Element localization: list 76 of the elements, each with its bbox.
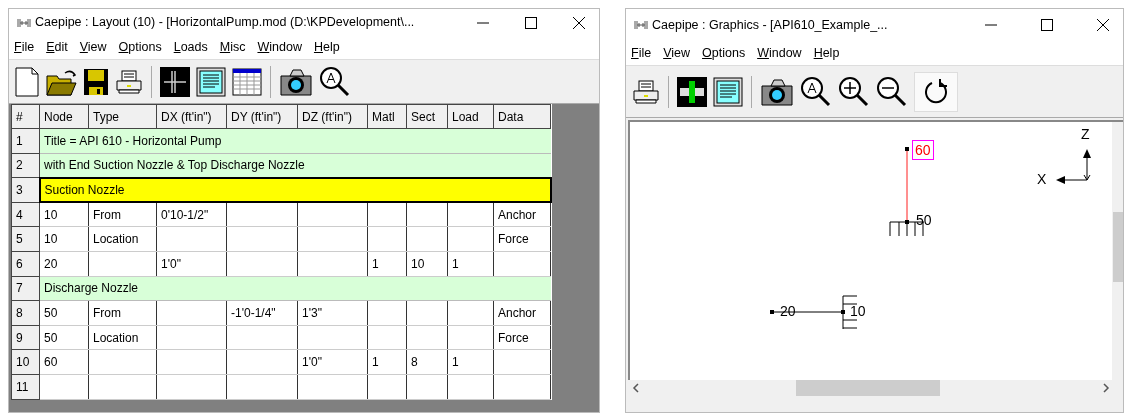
node-point[interactable] (841, 310, 845, 314)
menu-item[interactable]: Window (256, 38, 303, 57)
comment-row[interactable]: Title = API 610 - Horizontal Pump (39, 128, 551, 154)
rotate-button[interactable] (914, 71, 958, 112)
comment-row[interactable]: Discharge Nozzle (39, 276, 551, 301)
node-point[interactable] (770, 310, 774, 314)
menu-item[interactable]: Options (117, 38, 163, 57)
column-header: DX (ft'in") (156, 104, 227, 129)
document-icon[interactable] (196, 66, 226, 97)
scroll-thumb[interactable] (1112, 212, 1123, 282)
node-point[interactable] (905, 220, 909, 224)
column-header: Matl (367, 104, 407, 129)
pipe-line[interactable] (906, 148, 908, 223)
app-icon (17, 17, 31, 28)
axis-label: X (1037, 172, 1047, 186)
zoom-in-icon[interactable] (838, 75, 870, 108)
comment-row[interactable]: with End Suction Nozzle & Top Discharge Nozzle (39, 153, 551, 178)
close-icon[interactable] (1097, 19, 1109, 31)
printer-icon[interactable] (115, 68, 143, 95)
column-header: DZ (ft'in") (297, 104, 368, 129)
menu-item[interactable]: Window (756, 43, 803, 63)
printer-icon[interactable] (632, 78, 660, 105)
axis-triad (1056, 149, 1091, 184)
magnifier-icon[interactable] (800, 75, 832, 108)
row-number: 10 (11, 349, 40, 375)
node-point[interactable] (905, 147, 909, 151)
magnifier-icon[interactable] (319, 65, 351, 98)
scroll-thumb[interactable] (796, 380, 940, 396)
node-label[interactable]: 60 (912, 140, 934, 160)
node-label[interactable]: 20 (780, 304, 796, 318)
comment-row[interactable]: Suction Nozzle (39, 177, 551, 203)
app-icon (634, 20, 648, 30)
menu-item[interactable]: Misc (218, 38, 247, 57)
column-header: Data (493, 104, 551, 129)
menu-item[interactable]: Help (812, 43, 841, 63)
blank-page-icon[interactable] (15, 66, 39, 97)
row-number: 4 (11, 202, 40, 227)
column-header: Type (88, 104, 157, 129)
document-icon[interactable] (713, 76, 743, 107)
crosshair-icon[interactable] (160, 66, 190, 97)
menu-item[interactable]: File (630, 43, 653, 63)
zoom-out-icon[interactable] (876, 75, 908, 108)
window-title: Caepipe : Graphics - [API610_Example_... (652, 16, 888, 34)
spreadsheet-icon[interactable] (232, 66, 262, 97)
camera-icon[interactable] (279, 66, 313, 97)
row-number: 1 (11, 128, 40, 154)
menu-item[interactable]: View (662, 43, 692, 63)
row-number: 8 (11, 300, 40, 326)
column-header: Node (39, 104, 89, 129)
column-header: Sect (406, 104, 448, 129)
close-icon[interactable] (573, 16, 585, 29)
maximize-icon[interactable] (525, 16, 537, 29)
row-number: 2 (11, 153, 40, 178)
menu-item[interactable]: Loads (172, 38, 209, 57)
menu-item[interactable]: Edit (45, 38, 69, 57)
row-number: 9 (11, 325, 40, 350)
column-header: Load (447, 104, 494, 129)
maximize-icon[interactable] (1041, 19, 1053, 31)
row-number: 6 (11, 251, 40, 277)
node-label[interactable]: 10 (850, 304, 866, 318)
window-title: Caepipe : Layout (10) - [HorizontalPump.mod (D:\KPDevelopment\... (35, 14, 415, 32)
menu-item[interactable]: Options (701, 43, 747, 63)
column-header: # (11, 104, 40, 129)
row-number: 11 (11, 374, 40, 400)
row-number: 7 (11, 276, 40, 301)
row-number: 5 (11, 226, 40, 252)
node-label[interactable]: 50 (916, 213, 932, 227)
pipe-icon[interactable] (677, 76, 707, 107)
column-header: DY (ft'in") (226, 104, 298, 129)
row-number: 3 (11, 177, 40, 203)
menu-item[interactable]: File (13, 38, 36, 57)
axis-label: Z (1081, 127, 1090, 141)
pipe-line[interactable] (771, 311, 844, 313)
camera-icon[interactable] (760, 76, 794, 107)
menu-item[interactable]: Help (312, 38, 341, 57)
menu-item[interactable]: View (78, 38, 108, 57)
